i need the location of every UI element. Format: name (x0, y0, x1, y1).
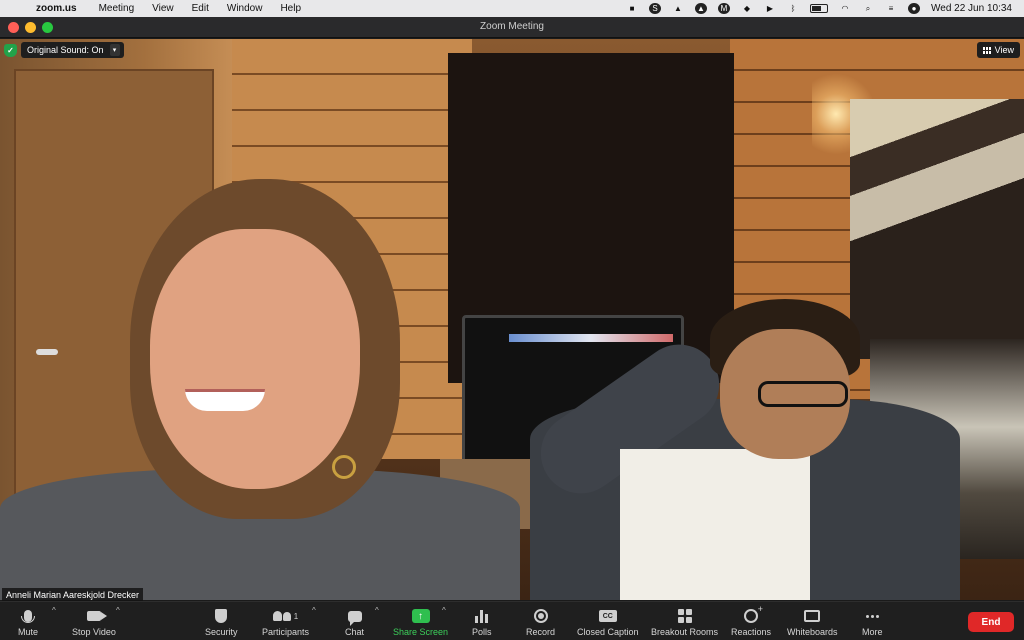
original-sound-label: Original Sound: On (27, 45, 104, 55)
share-screen-label: Share Screen (393, 627, 449, 637)
stop-video-button[interactable]: Stop Video (72, 606, 116, 637)
participant-name-tag: Anneli Marian Aareskjold Drecker (2, 588, 144, 602)
share-options-chevron-icon[interactable]: ^ (442, 606, 446, 615)
bluetooth-icon[interactable]: ᛒ (787, 3, 799, 14)
grid-view-icon (982, 46, 991, 54)
play-status-icon[interactable]: ▶ (764, 3, 776, 14)
more-dots-icon (865, 614, 879, 618)
view-button[interactable]: View (976, 42, 1020, 58)
participant-woman (0, 179, 520, 600)
dropbox-status-icon[interactable]: ◆ (741, 3, 753, 14)
more-label: More (862, 627, 883, 637)
breakout-rooms-button[interactable]: Breakout Rooms (651, 606, 718, 637)
window-title: Zoom Meeting (480, 21, 544, 32)
whiteboards-button[interactable]: Whiteboards (787, 606, 838, 637)
smiley-reaction-icon (744, 604, 763, 623)
clock[interactable]: Wed 22 Jun 10:34 (931, 3, 1012, 14)
security-button[interactable]: Security (205, 606, 238, 637)
polls-bar-chart-icon (475, 609, 489, 623)
video-options-chevron-icon[interactable]: ^ (116, 606, 120, 615)
menu-edit[interactable]: Edit (192, 3, 209, 14)
medium-status-icon[interactable]: M (718, 3, 730, 14)
closed-caption-button[interactable]: CC Closed Caption (577, 606, 639, 637)
wifi-icon[interactable]: ◠ (839, 3, 851, 14)
original-sound-control: ✓ Original Sound: On ▾ (4, 42, 124, 58)
chat-button[interactable]: Chat (345, 606, 364, 637)
chat-bubble-icon (347, 610, 362, 626)
breakout-rooms-icon (677, 609, 692, 623)
woman-face (150, 229, 360, 489)
whiteboard-icon (804, 610, 821, 622)
participants-label: Participants (262, 627, 310, 637)
mute-label: Mute (18, 627, 39, 637)
video-feed[interactable] (0, 39, 1024, 600)
menu-meeting[interactable]: Meeting (99, 3, 135, 14)
menu-view[interactable]: View (152, 3, 174, 14)
man-glasses (758, 381, 848, 407)
record-icon (533, 609, 548, 623)
more-button[interactable]: More (862, 606, 883, 637)
reactions-button[interactable]: Reactions (731, 604, 772, 637)
siri-icon[interactable]: ● (908, 3, 920, 14)
app-menu: zoom.us Meeting View Edit Window Help (36, 3, 319, 14)
woman-smile (185, 389, 265, 411)
menu-app-name[interactable]: zoom.us (36, 3, 77, 14)
participants-options-chevron-icon[interactable]: ^ (312, 606, 316, 615)
view-label: View (994, 45, 1014, 55)
participant-count: 1 (293, 611, 299, 621)
polls-button[interactable]: Polls (472, 606, 492, 637)
menu-window[interactable]: Window (227, 3, 263, 14)
meeting-toolbar: Mute ^ Stop Video ^ Security 1 Participa… (0, 601, 1024, 640)
record-label: Record (526, 627, 556, 637)
microphone-icon (21, 610, 35, 623)
original-sound-toggle[interactable]: Original Sound: On ▾ (21, 42, 124, 58)
metronome-status-icon[interactable]: ▲ (672, 3, 684, 14)
mute-button[interactable]: Mute (18, 606, 38, 637)
skype-status-icon[interactable]: S (649, 3, 661, 14)
man-tshirt (620, 449, 810, 600)
zoom-status-icon[interactable]: ■ (626, 3, 638, 14)
share-screen-button[interactable]: ↑ Share Screen (393, 606, 448, 637)
video-camera-icon (86, 611, 107, 621)
audio-options-chevron-icon[interactable]: ^ (52, 606, 56, 615)
participant-man (525, 299, 960, 600)
stop-video-label: Stop Video (72, 627, 116, 637)
chevron-down-icon[interactable]: ▾ (109, 44, 120, 56)
window-title-bar: Zoom Meeting (0, 17, 1024, 38)
end-meeting-button[interactable]: End (968, 612, 1014, 632)
security-label: Security (205, 627, 238, 637)
chat-options-chevron-icon[interactable]: ^ (375, 606, 379, 615)
chat-label: Chat (345, 627, 365, 637)
closed-caption-icon: CC (598, 610, 617, 622)
status-area: ■ S ▲ ▲ M ◆ ▶ ᛒ ◠ ⌕ ≡ ● Wed 22 Jun 10:34 (626, 3, 1024, 14)
battery-icon[interactable] (810, 4, 828, 13)
whiteboards-label: Whiteboards (787, 627, 838, 637)
spotlight-search-icon[interactable]: ⌕ (862, 3, 874, 14)
menu-help[interactable]: Help (280, 3, 301, 14)
reactions-label: Reactions (731, 627, 772, 637)
closed-caption-label: Closed Caption (577, 627, 639, 637)
encryption-shield-icon[interactable]: ✓ (4, 43, 17, 57)
control-center-icon[interactable]: ≡ (885, 3, 897, 14)
participants-icon (272, 611, 291, 621)
breakout-rooms-label: Breakout Rooms (651, 627, 719, 637)
participants-button[interactable]: 1 Participants (262, 606, 309, 637)
security-shield-icon (215, 609, 228, 623)
macos-menu-bar: zoom.us Meeting View Edit Window Help ■ … (0, 0, 1024, 17)
record-button[interactable]: Record (526, 606, 555, 637)
share-screen-arrow-icon: ↑ (411, 609, 430, 623)
earring (332, 455, 356, 479)
polls-label: Polls (472, 627, 492, 637)
navigation-status-icon[interactable]: ▲ (695, 3, 707, 14)
